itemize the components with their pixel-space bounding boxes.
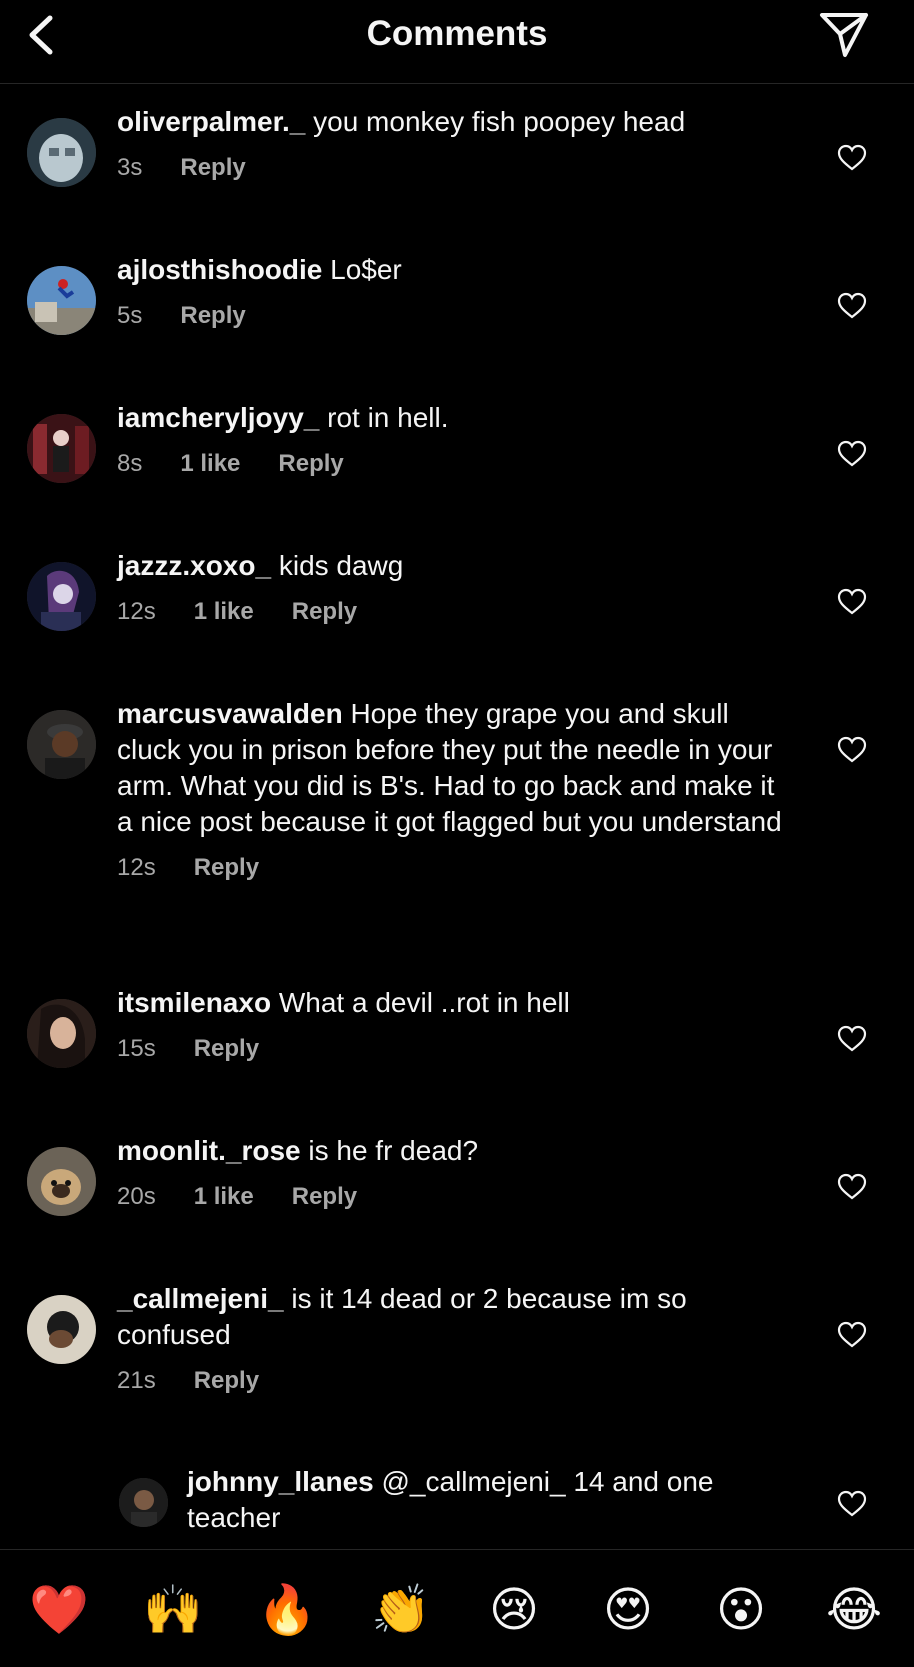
comment-text: kids dawg <box>278 550 404 581</box>
like-heart-icon[interactable] <box>837 1490 867 1518</box>
avatar[interactable] <box>27 999 96 1068</box>
comment-likes[interactable]: 1 like <box>194 594 254 630</box>
like-heart-icon[interactable] <box>837 1321 867 1349</box>
reply-button[interactable]: Reply <box>194 850 259 886</box>
crying-face-emoji[interactable]: 😢 <box>485 1582 543 1640</box>
comment-username[interactable]: iamcheryljoyy_ <box>117 402 319 433</box>
avatar[interactable] <box>27 266 96 335</box>
comment-time: 8s <box>117 450 143 477</box>
like-heart-icon[interactable] <box>837 588 867 616</box>
emoji-reaction-bar: ❤️ 🙌 🔥 👏 😢 😍 😮 😂 <box>0 1549 914 1667</box>
reply-button[interactable]: Reply <box>180 298 245 334</box>
like-heart-icon[interactable] <box>837 736 867 764</box>
avatar[interactable] <box>27 1295 96 1364</box>
avatar[interactable] <box>119 1478 168 1527</box>
comment-body: ajlosthishoodie Lo$er 5s Reply <box>117 252 793 334</box>
like-heart-icon[interactable] <box>837 440 867 468</box>
comment-time: 20s <box>117 1183 156 1210</box>
comment-likes[interactable]: 1 like <box>194 1179 254 1215</box>
comment-body: oliverpalmer._ you monkey fish poopey he… <box>117 104 793 186</box>
comment-username[interactable]: johnny_llanes <box>187 1466 374 1497</box>
comment-body: johnny_llanes @_callmejeni_ 14 and one t… <box>187 1464 787 1536</box>
comment-likes[interactable]: 1 like <box>180 446 240 482</box>
comment-username[interactable]: itsmilenaxo <box>117 987 271 1018</box>
avatar[interactable] <box>27 1147 96 1216</box>
comment-body: _callmejeni_ is it 14 dead or 2 because … <box>117 1281 793 1399</box>
send-icon[interactable] <box>818 10 870 60</box>
comment-text: Lo$er <box>330 254 402 285</box>
comment-body: marcusvawalden Hope they grape you and s… <box>117 696 793 886</box>
raising-hands-emoji[interactable]: 🙌 <box>143 1582 203 1640</box>
comment-username[interactable]: _callmejeni_ <box>117 1283 284 1314</box>
reply-button[interactable]: Reply <box>292 1179 357 1215</box>
like-heart-icon[interactable] <box>837 292 867 320</box>
comment-body: moonlit._rose is he fr dead? 20s 1 like … <box>117 1133 793 1215</box>
comment-text: you monkey fish poopey head <box>313 106 686 137</box>
comment-meta: 12s 1 like Reply <box>117 594 793 630</box>
avatar[interactable] <box>27 562 96 631</box>
comment-username[interactable]: jazzz.xoxo_ <box>117 550 271 581</box>
reply-button[interactable]: Reply <box>278 446 343 482</box>
comment-text: rot in hell. <box>327 402 449 433</box>
comment-meta: 8s 1 like Reply <box>117 446 793 482</box>
like-heart-icon[interactable] <box>837 1025 867 1053</box>
comment-username[interactable]: oliverpalmer._ <box>117 106 305 137</box>
comment-text: is he fr dead? <box>308 1135 479 1166</box>
comments-header: Comments <box>0 0 914 84</box>
fire-emoji[interactable]: 🔥 <box>257 1582 317 1640</box>
avatar[interactable] <box>27 118 96 187</box>
comment-meta: 15s Reply <box>117 1031 793 1067</box>
avatar[interactable] <box>27 710 96 779</box>
comment-text: What a devil ..rot in hell <box>278 987 570 1018</box>
reply-button[interactable]: Reply <box>194 1031 259 1067</box>
like-heart-icon[interactable] <box>837 144 867 172</box>
heart-eyes-emoji[interactable]: 😍 <box>599 1582 657 1640</box>
comment-time: 5s <box>117 302 143 329</box>
reply-button[interactable]: Reply <box>194 1363 259 1399</box>
comment-time: 3s <box>117 154 143 181</box>
clapping-hands-emoji[interactable]: 👏 <box>371 1582 431 1640</box>
comment-meta: 12s Reply <box>117 850 793 886</box>
red-heart-emoji[interactable]: ❤️ <box>29 1582 89 1640</box>
comment-body: itsmilenaxo What a devil ..rot in hell 1… <box>117 985 793 1067</box>
comment-time: 12s <box>117 598 156 625</box>
comment-time: 12s <box>117 854 156 881</box>
comments-list: oliverpalmer._ you monkey fish poopey he… <box>0 84 914 1549</box>
comment-meta: 3s Reply <box>117 150 793 186</box>
comment-username[interactable]: moonlit._rose <box>117 1135 301 1166</box>
comment-meta: 5s Reply <box>117 298 793 334</box>
surprised-face-emoji[interactable]: 😮 <box>712 1582 770 1640</box>
avatar[interactable] <box>27 414 96 483</box>
comment-meta: 21s Reply <box>117 1363 793 1399</box>
comment-time: 21s <box>117 1367 156 1394</box>
comment-username[interactable]: marcusvawalden <box>117 698 343 729</box>
like-heart-icon[interactable] <box>837 1173 867 1201</box>
comment-meta: 20s 1 like Reply <box>117 1179 793 1215</box>
comment-time: 15s <box>117 1035 156 1062</box>
comment-body: iamcheryljoyy_ rot in hell. 8s 1 like Re… <box>117 400 793 482</box>
reply-button[interactable]: Reply <box>292 594 357 630</box>
comment-username[interactable]: ajlosthishoodie <box>117 254 322 285</box>
reply-button[interactable]: Reply <box>180 150 245 186</box>
tears-of-joy-emoji[interactable]: 😂 <box>825 1582 883 1640</box>
page-title: Comments <box>366 14 548 53</box>
comment-body: jazzz.xoxo_ kids dawg 12s 1 like Reply <box>117 548 793 630</box>
